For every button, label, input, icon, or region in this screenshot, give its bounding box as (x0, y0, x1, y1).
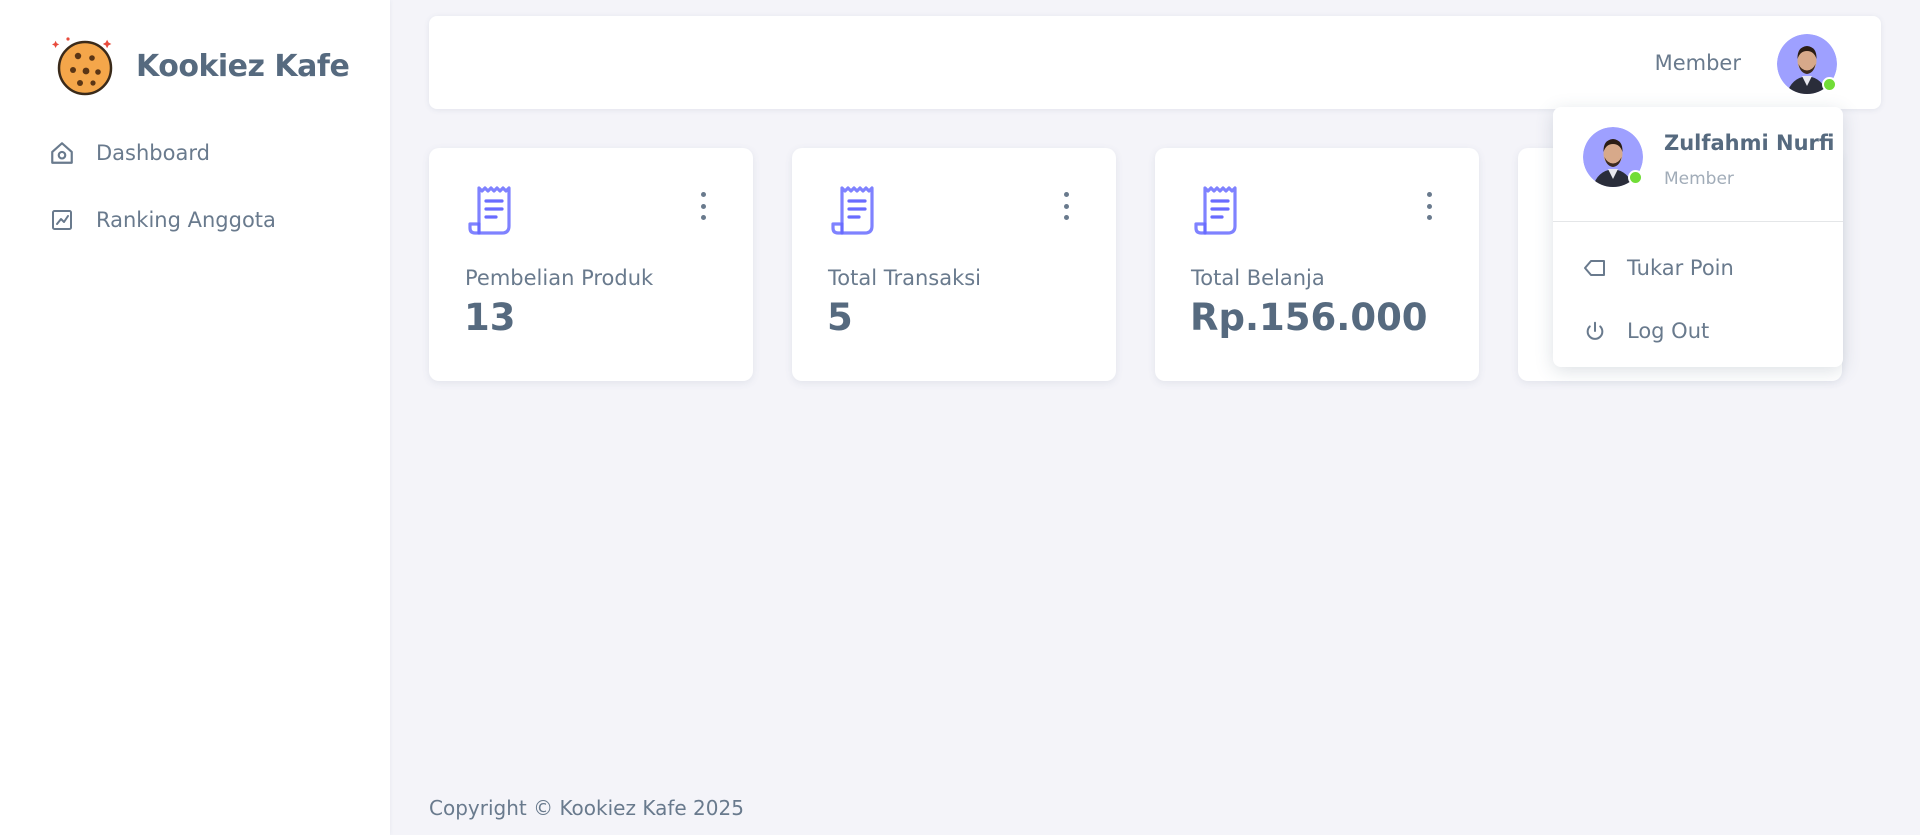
sidebar: Kookiez Kafe Dashboard Ranking Anggota (0, 0, 390, 835)
sidebar-item-dashboard[interactable]: Dashboard (48, 132, 358, 174)
user-role-label: Member (1654, 50, 1741, 75)
power-icon (1583, 319, 1607, 343)
menu-item-label: Tukar Poin (1627, 256, 1734, 280)
footer-copyright: Copyright © Kookiez Kafe 2025 (429, 796, 744, 820)
card-title: Total Transaksi (828, 266, 982, 290)
stat-card-total-transaksi: Total Transaksi 5 (792, 148, 1116, 381)
menu-item-log-out[interactable]: Log Out (1553, 307, 1843, 355)
menu-item-tukar-poin[interactable]: Tukar Poin (1553, 244, 1843, 292)
more-vertical-icon[interactable] (693, 192, 713, 220)
dropdown-user-role: Member (1664, 169, 1734, 189)
dropdown-user-name: Zulfahmi Nurfi (1664, 131, 1835, 155)
online-status-dot (1822, 77, 1837, 92)
stat-card-pembelian-produk: Pembelian Produk 13 (429, 148, 753, 381)
menu-item-label: Log Out (1627, 319, 1710, 343)
card-value: 5 (827, 296, 853, 339)
card-title: Pembelian Produk (465, 266, 654, 290)
cookie-logo-icon (52, 37, 113, 96)
more-vertical-icon[interactable] (1419, 192, 1439, 220)
chart-line-icon (48, 206, 76, 234)
online-status-dot (1628, 170, 1643, 185)
card-value: 13 (464, 296, 516, 339)
dropdown-divider (1553, 221, 1843, 222)
sidebar-menu: Dashboard Ranking Anggota (48, 132, 358, 266)
receipt-icon (1194, 186, 1237, 235)
brand[interactable]: Kookiez Kafe (52, 34, 350, 98)
receipt-icon (468, 186, 511, 235)
card-title: Total Belanja (1191, 266, 1325, 290)
home-icon (48, 139, 76, 167)
receipt-icon (831, 186, 874, 235)
tag-icon (1583, 256, 1607, 280)
sidebar-item-ranking-anggota[interactable]: Ranking Anggota (48, 199, 358, 241)
top-navbar: Member (429, 16, 1881, 109)
dropdown-user-profile[interactable]: Zulfahmi Nurfi Member (1553, 107, 1843, 221)
card-value: Rp.156.000 (1190, 296, 1428, 339)
user-dropdown-menu: Zulfahmi Nurfi Member Tukar Poin Log Out (1553, 107, 1843, 367)
dropdown-avatar-wrap (1583, 127, 1643, 187)
more-vertical-icon[interactable] (1056, 192, 1076, 220)
user-avatar-button[interactable] (1777, 34, 1837, 94)
sidebar-item-label: Ranking Anggota (96, 208, 276, 232)
brand-name: Kookiez Kafe (136, 48, 350, 84)
stat-card-total-belanja: Total Belanja Rp.156.000 (1155, 148, 1479, 381)
sidebar-item-label: Dashboard (96, 141, 210, 165)
